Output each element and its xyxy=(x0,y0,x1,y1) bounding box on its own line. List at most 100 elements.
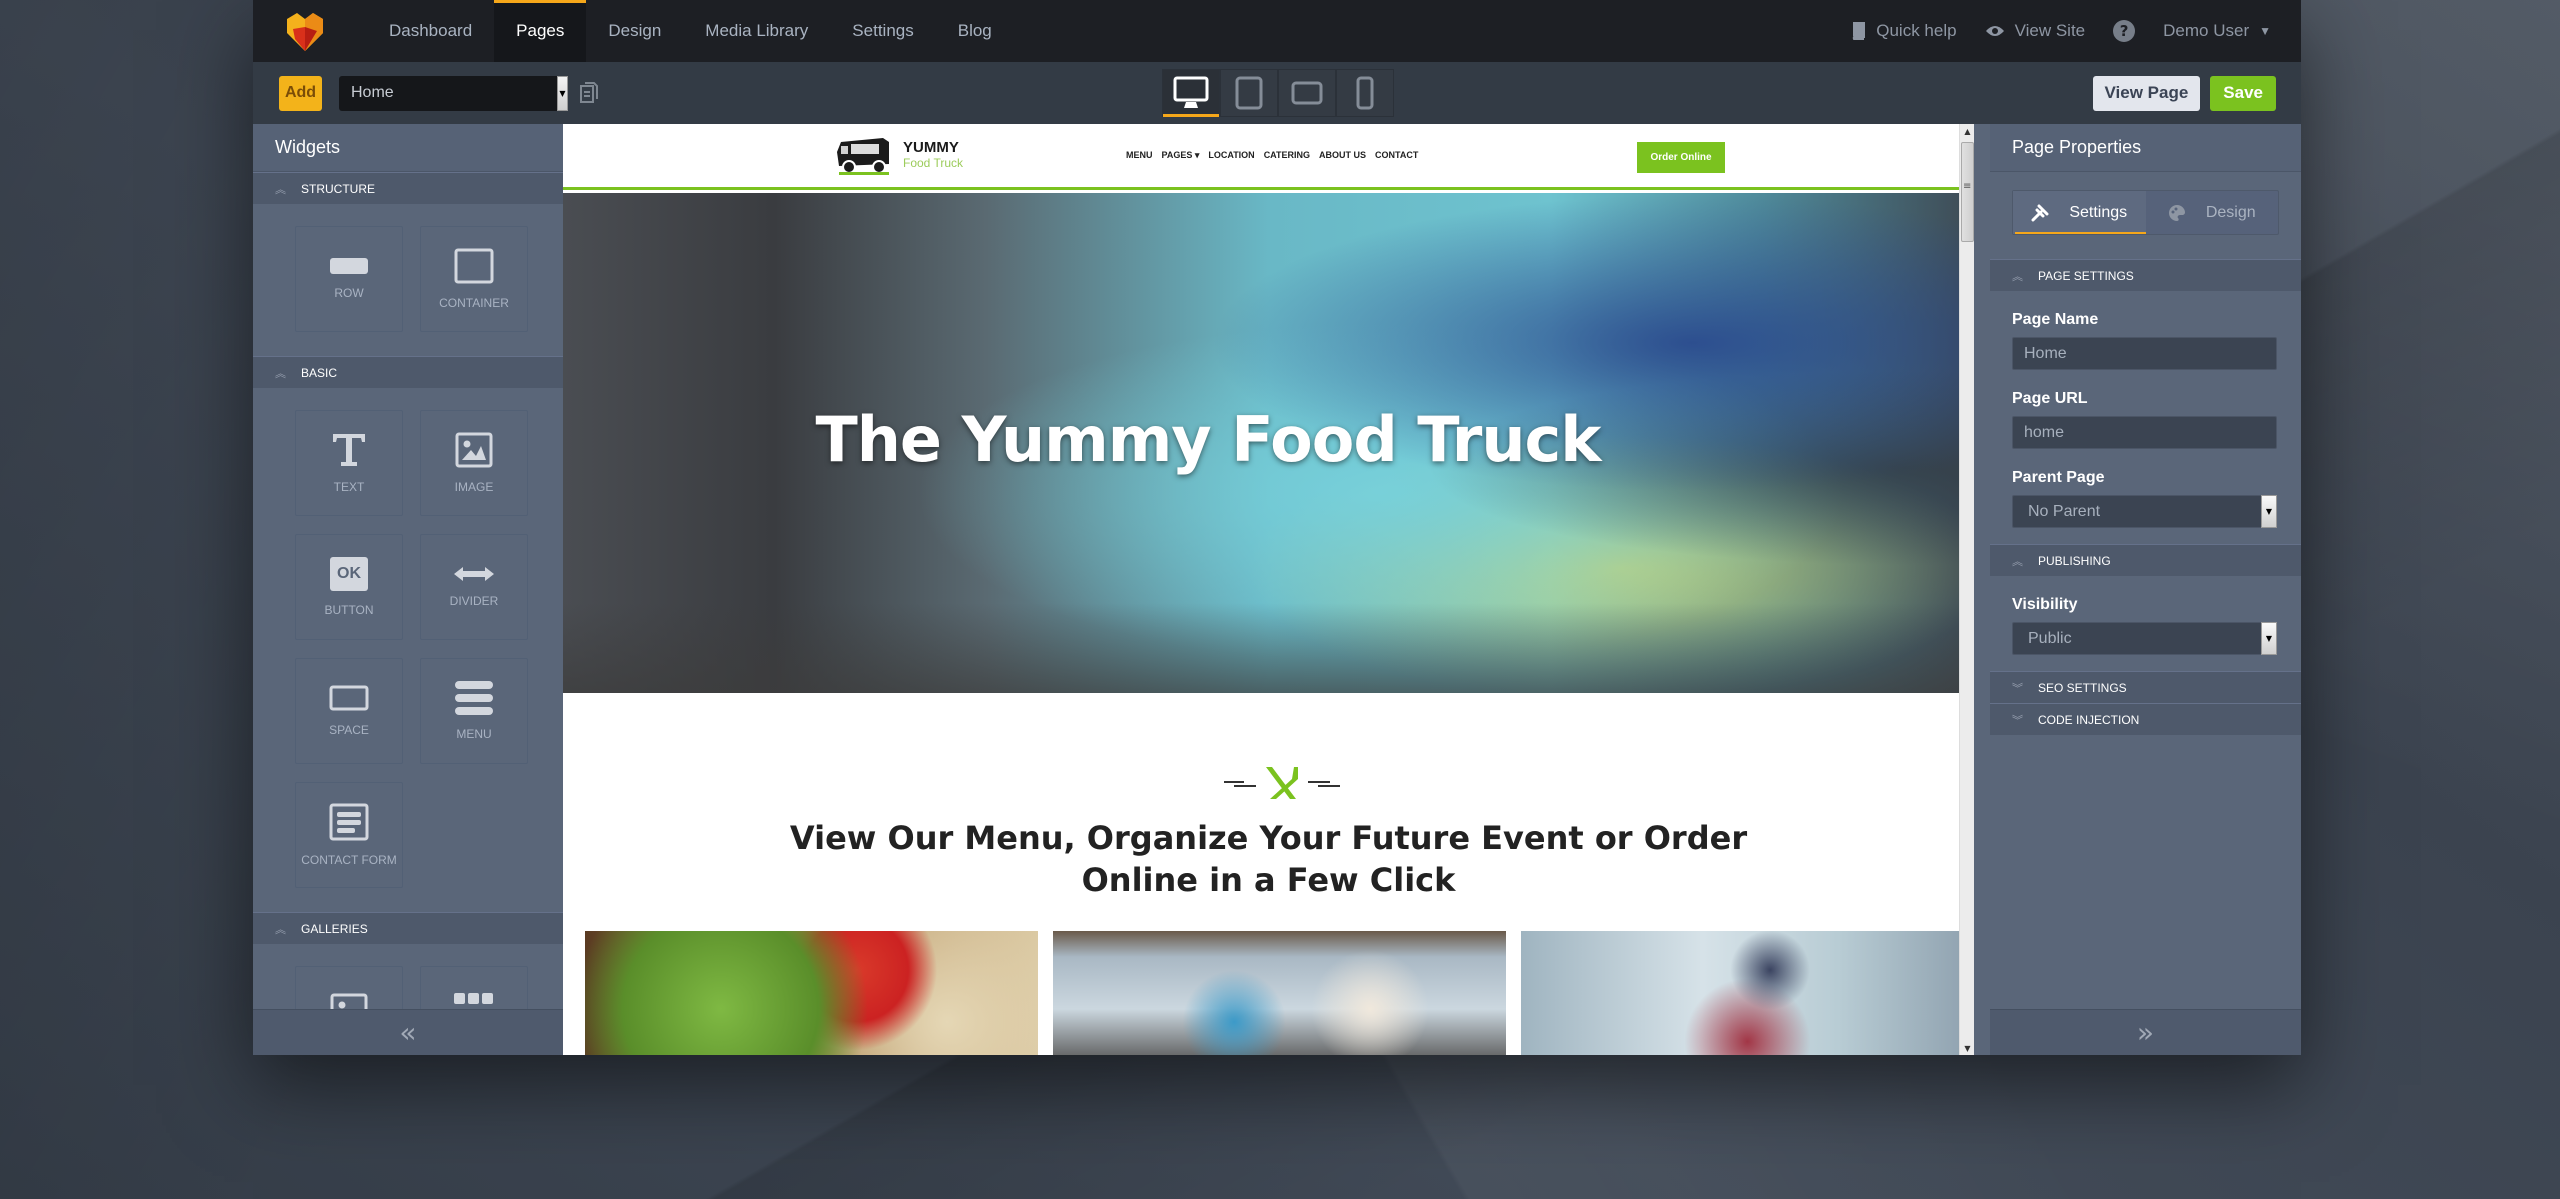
nav-settings[interactable]: Settings xyxy=(830,0,935,62)
widget-space[interactable]: SPACE xyxy=(295,658,403,764)
site-nav-about-us[interactable]: ABOUT US xyxy=(1319,150,1366,161)
chevron-up-icon: ︽ xyxy=(2012,270,2023,283)
card-image-food-truck-staff[interactable] xyxy=(1053,931,1506,1055)
scroll-thumb[interactable] xyxy=(1961,142,1974,242)
nav-blog[interactable]: Blog xyxy=(936,0,1014,62)
page-name-field-group: Page Name xyxy=(1990,291,2301,370)
site-nav-pages[interactable]: PAGES ▾ xyxy=(1162,150,1200,161)
nav-design[interactable]: Design xyxy=(586,0,683,62)
visibility-label: Visibility xyxy=(2012,596,2078,613)
site-nav-catering[interactable]: CATERING xyxy=(1264,150,1310,161)
menu-heading-line-2: Online in a Few Click xyxy=(1081,861,1456,899)
view-site-link[interactable]: View Site xyxy=(1985,21,2085,41)
properties-tabs: Settings Design xyxy=(2012,190,2279,235)
section-basic[interactable]: ︽ BASIC xyxy=(253,356,563,388)
divider-icon xyxy=(454,567,494,581)
collapse-left-panel-button[interactable]: « xyxy=(253,1009,563,1055)
parent-page-select[interactable]: No Parent ▼ xyxy=(2012,495,2277,528)
quick-help-link[interactable]: Quick help xyxy=(1850,21,1957,41)
nav-media-library[interactable]: Media Library xyxy=(683,0,830,62)
fork-knife-divider-icon xyxy=(1224,767,1340,799)
widget-button[interactable]: OK BUTTON xyxy=(295,534,403,640)
canvas-scrollbar[interactable]: ▲ ▼ xyxy=(1959,124,1974,1055)
book-icon xyxy=(1852,22,1866,40)
scroll-up-arrow[interactable]: ▲ xyxy=(1960,124,1974,138)
site-nav-contact[interactable]: CONTACT xyxy=(1375,150,1418,161)
section-page-settings[interactable]: ︽ PAGE SETTINGS xyxy=(1990,259,2301,291)
device-tablet-landscape[interactable] xyxy=(1278,69,1336,117)
widget-container-label: CONTAINER xyxy=(439,296,509,310)
page-url-input[interactable] xyxy=(2012,416,2277,449)
section-code-injection[interactable]: ︾ CODE INJECTION xyxy=(1990,703,2301,735)
nav-pages[interactable]: Pages xyxy=(494,0,587,62)
menu-section-heading[interactable]: View Our Menu, Organize Your Future Even… xyxy=(563,817,1974,901)
basic-widgets: TEXT IMAGE OK BUTTON DIVIDER SPACE MENU xyxy=(253,388,563,912)
double-chevron-left-icon: « xyxy=(399,1016,417,1049)
chevron-up-icon: ︽ xyxy=(275,923,286,936)
widget-text[interactable]: TEXT xyxy=(295,410,403,516)
scroll-down-arrow[interactable]: ▼ xyxy=(1960,1041,1974,1055)
widget-divider-label: DIVIDER xyxy=(449,594,499,608)
section-publishing[interactable]: ︽ PUBLISHING xyxy=(1990,544,2301,576)
row-icon xyxy=(330,258,368,274)
parent-page-select-arrow[interactable]: ▼ xyxy=(2261,495,2277,528)
widget-container[interactable]: CONTAINER xyxy=(420,226,528,332)
widget-image[interactable]: IMAGE xyxy=(420,410,528,516)
card-image-cook[interactable] xyxy=(1521,931,1974,1055)
device-phone[interactable] xyxy=(1336,69,1394,117)
widget-divider[interactable]: DIVIDER xyxy=(420,534,528,640)
desktop-icon xyxy=(1173,76,1209,108)
page-select-arrow[interactable]: ▼ xyxy=(557,75,568,111)
site-nav-menu[interactable]: MENU xyxy=(1126,150,1153,161)
menu-heading-line-1: View Our Menu, Organize Your Future Even… xyxy=(789,819,1748,857)
widgets-panel-title: Widgets xyxy=(253,124,563,172)
visibility-value[interactable]: Public xyxy=(2012,622,2261,655)
app-logo[interactable] xyxy=(283,9,327,53)
page-name-input[interactable] xyxy=(2012,337,2277,370)
text-icon xyxy=(333,434,365,466)
nav-dashboard[interactable]: Dashboard xyxy=(367,0,494,62)
page-canvas[interactable]: YUMMY Food Truck MENU PAGES ▾ LOCATION C… xyxy=(563,124,1974,1055)
food-truck-icon xyxy=(837,138,889,175)
device-preview-switcher xyxy=(1162,69,1394,117)
page-name-label: Page Name xyxy=(2012,311,2099,328)
site-navigation: MENU PAGES ▾ LOCATION CATERING ABOUT US … xyxy=(1126,150,1418,161)
add-button[interactable]: Add xyxy=(279,75,322,111)
collapse-right-panel-button[interactable]: » xyxy=(1990,1009,2301,1055)
help-icon[interactable]: ? xyxy=(2113,20,2136,42)
page-properties-panel: Page Properties Settings Design ︽ PAGE S… xyxy=(1990,124,2301,1055)
hero-banner[interactable]: The Yummy Food Truck xyxy=(563,193,1974,693)
widget-contact-form[interactable]: CONTACT FORM xyxy=(295,782,403,888)
copy-page-icon[interactable] xyxy=(580,82,598,104)
palette-icon xyxy=(2168,204,2185,221)
top-navigation: Dashboard Pages Design Media Library Set… xyxy=(253,0,2301,62)
card-image-food[interactable] xyxy=(585,931,1038,1055)
parent-page-label: Parent Page xyxy=(2012,469,2105,486)
widget-row-label: ROW xyxy=(334,286,364,300)
section-galleries[interactable]: ︽ GALLERIES xyxy=(253,912,563,944)
section-structure[interactable]: ︽ STRUCTURE xyxy=(253,172,563,204)
visibility-select-arrow[interactable]: ▼ xyxy=(2261,622,2277,655)
view-page-button[interactable]: View Page xyxy=(2092,75,2201,111)
parent-page-value[interactable]: No Parent xyxy=(2012,495,2261,528)
section-seo-settings[interactable]: ︾ SEO SETTINGS xyxy=(1990,671,2301,703)
user-menu[interactable]: Demo User ▼ xyxy=(2163,21,2271,41)
gallery-grid-icon xyxy=(454,993,493,1004)
site-brand: YUMMY Food Truck xyxy=(903,140,963,171)
tab-design[interactable]: Design xyxy=(2146,191,2279,234)
save-button[interactable]: Save xyxy=(2210,75,2276,111)
widget-image-label: IMAGE xyxy=(454,480,494,494)
device-tablet-portrait[interactable] xyxy=(1220,69,1278,117)
device-desktop[interactable] xyxy=(1162,69,1220,117)
hero-title[interactable]: The Yummy Food Truck xyxy=(563,403,1853,476)
tab-settings[interactable]: Settings xyxy=(2013,191,2146,234)
page-select[interactable]: Home xyxy=(339,75,557,111)
widget-row[interactable]: ROW xyxy=(295,226,403,332)
widget-menu[interactable]: MENU xyxy=(420,658,528,764)
site-nav-location[interactable]: LOCATION xyxy=(1208,150,1254,161)
parent-page-field-group: Parent Page No Parent ▼ xyxy=(1990,449,2301,528)
visibility-select[interactable]: Public ▼ xyxy=(2012,622,2277,655)
order-online-button[interactable]: Order Online xyxy=(1637,142,1725,173)
site-logo[interactable]: YUMMY Food Truck xyxy=(835,134,963,176)
section-structure-label: STRUCTURE xyxy=(301,181,375,196)
